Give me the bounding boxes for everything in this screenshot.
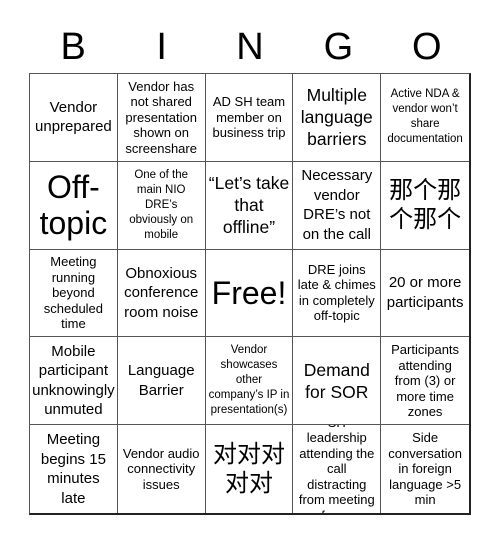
bingo-cell[interactable]: 20 or more participants: [381, 250, 469, 338]
cell-text: 20 or more participants: [386, 274, 464, 311]
bingo-cell[interactable]: Vendor showcases other company’s IP in p…: [205, 337, 294, 426]
bingo-cell[interactable]: “Let’s take that offline”: [205, 161, 294, 250]
header-letter-i: I: [156, 26, 167, 68]
bingo-cell[interactable]: DRE joins late & chimes in completely of…: [293, 249, 382, 338]
cell-text: DRE joins late & chimes in completely of…: [297, 261, 376, 324]
bingo-cell[interactable]: SH leadership attending the call distrac…: [293, 425, 382, 513]
cell-text: Off-topic: [39, 169, 108, 242]
cell-text: Vendor unprepared: [35, 98, 112, 136]
header-letter-g: G: [323, 26, 354, 68]
bingo-cell[interactable]: Mobile participant unknowingly unmuted: [30, 337, 118, 426]
bingo-cell[interactable]: Meeting begins 15 minutes late: [30, 425, 118, 513]
cell-text: “Let’s take that offline”: [208, 173, 290, 238]
bingo-cell[interactable]: Necessary vendor DRE’s not on the call: [293, 161, 382, 250]
bingo-cell[interactable]: Meeting running beyond scheduled time: [30, 249, 118, 338]
cell-text: Mobile participant unknowingly unmuted: [32, 342, 115, 419]
cell-text: Language Barrier: [127, 362, 195, 399]
cell-text: Vendor showcases other company’s IP in p…: [208, 344, 290, 417]
cell-text: Side conversation in foreign language >5…: [388, 430, 462, 508]
bingo-cell[interactable]: AD SH team member on business trip: [205, 74, 294, 162]
cell-text: 对对对对对: [212, 440, 285, 498]
bingo-cell[interactable]: Participants attending from (3) or more …: [381, 337, 469, 426]
header-letter-b: B: [60, 26, 86, 68]
cell-text: Demand for SOR: [303, 359, 370, 402]
bingo-cell[interactable]: 对对对对对: [206, 425, 294, 513]
cell-text: Active NDA & vendor won’t share document…: [387, 88, 463, 146]
free-space-text: Free!: [211, 274, 287, 311]
bingo-cell[interactable]: Obnoxious conference room noise: [117, 249, 206, 338]
cell-text: Vendor audio connectivity issues: [122, 445, 200, 492]
cell-text: Necessary vendor DRE’s not on the call: [301, 167, 373, 243]
bingo-cell[interactable]: One of the main NIO DRE’s obviously on m…: [117, 161, 206, 250]
cell-text: Participants attending from (3) or more …: [391, 342, 460, 420]
free-space-cell[interactable]: Free!: [205, 249, 294, 338]
bingo-cell[interactable]: Vendor audio connectivity issues: [118, 425, 206, 513]
bingo-cell[interactable]: Vendor has not shared presentation shown…: [117, 74, 206, 162]
bingo-cell[interactable]: Vendor unprepared: [30, 74, 118, 162]
bingo-cell[interactable]: Multiple language barriers: [293, 74, 382, 162]
cell-text: Vendor has not shared presentation shown…: [125, 78, 197, 156]
bingo-cell[interactable]: 那个那个那个: [381, 162, 469, 250]
cell-text: Meeting running beyond scheduled time: [43, 254, 104, 332]
bingo-cell[interactable]: Active NDA & vendor won’t share document…: [381, 74, 469, 162]
bingo-header: B I N G O: [29, 22, 471, 72]
bingo-cell[interactable]: Off-topic: [30, 161, 118, 250]
bingo-grid: Vendor unprepared Vendor has not shared …: [29, 73, 471, 515]
bingo-cell[interactable]: Language Barrier: [117, 337, 206, 426]
cell-text: One of the main NIO DRE’s obviously on m…: [129, 168, 194, 241]
bingo-cell[interactable]: Side conversation in foreign language >5…: [381, 425, 469, 513]
bingo-cell[interactable]: Demand for SOR: [293, 337, 382, 426]
cell-text: SH leadership attending the call distrac…: [298, 425, 375, 513]
cell-text: Obnoxious conference room noise: [124, 264, 199, 321]
cell-text: Multiple language barriers: [300, 85, 373, 150]
header-letter-o: O: [412, 26, 442, 68]
cell-text: 那个那个那个: [389, 176, 462, 234]
cell-text: Meeting begins 15 minutes late: [40, 431, 106, 507]
header-letter-n: N: [236, 26, 264, 68]
cell-text: AD SH team member on business trip: [212, 94, 286, 141]
